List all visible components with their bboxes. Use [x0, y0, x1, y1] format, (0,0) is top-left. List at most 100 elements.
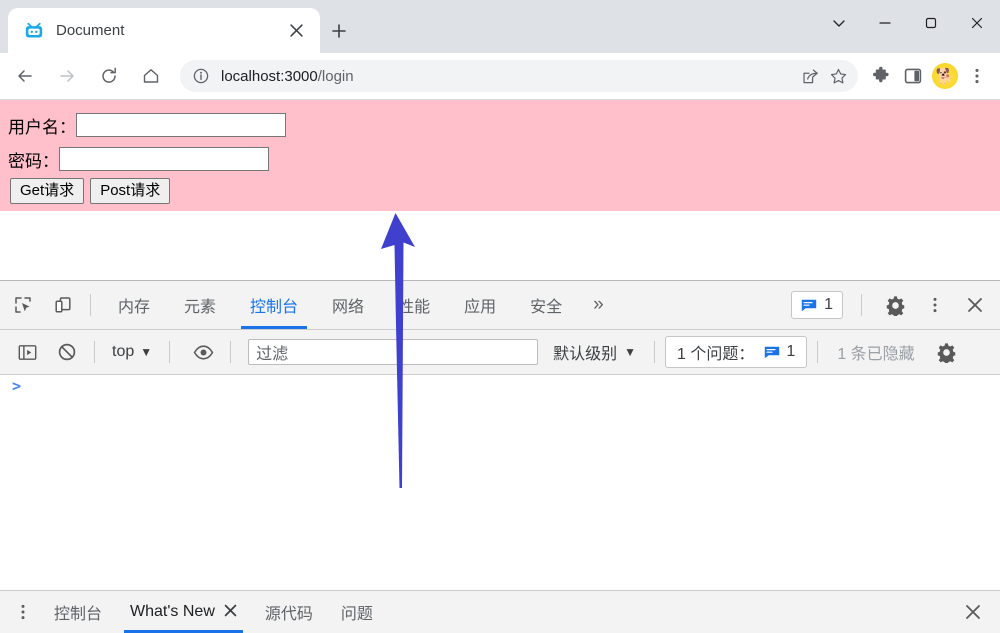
divider: [654, 341, 656, 363]
tab-network[interactable]: 网络: [315, 281, 381, 329]
corgi-avatar-glyph: 🐕: [932, 63, 958, 89]
tab-close-icon[interactable]: [282, 17, 310, 45]
console-level-selector[interactable]: 默认级别 ▼: [545, 337, 644, 367]
side-panel-icon[interactable]: [898, 61, 928, 91]
password-row: 密码：: [0, 142, 1000, 176]
devtools-close-icon[interactable]: [958, 288, 992, 322]
drawer-tab-label: 问题: [340, 606, 373, 623]
tab-search-button[interactable]: [816, 3, 862, 43]
browser-tab[interactable]: Document: [8, 8, 320, 53]
address-bar[interactable]: localhost:3000/login: [180, 60, 858, 92]
message-icon: [765, 346, 780, 358]
maximize-button[interactable]: [908, 3, 954, 43]
tab-title: Document: [56, 22, 125, 39]
drawer-tab-label: 源代码: [264, 606, 313, 623]
devtools-drawer-tab-bar: 控制台 What's New 源代码 问题: [0, 590, 1000, 633]
divider: [861, 294, 862, 316]
drawer-more-menu-icon[interactable]: [6, 595, 40, 629]
profile-avatar[interactable]: 🐕: [930, 61, 960, 91]
back-button[interactable]: [8, 59, 42, 93]
console-context-selector[interactable]: top ▼: [105, 340, 159, 364]
url-path: /login: [317, 67, 354, 85]
console-output-area[interactable]: >: [0, 375, 1000, 590]
drawer-tab-whats-new[interactable]: What's New: [116, 591, 251, 633]
get-request-button[interactable]: Get请求: [10, 178, 85, 204]
site-info-icon[interactable]: [192, 67, 210, 85]
console-sidebar-icon[interactable]: [10, 335, 44, 369]
browser-window: Document localhost:3000/login 🐕 用户名： 密码：…: [0, 0, 1000, 633]
title-bar: Document: [0, 0, 1000, 53]
password-label: 密码：: [8, 151, 59, 171]
browser-toolbar: localhost:3000/login 🐕: [0, 53, 1000, 100]
hidden-messages-label: 1 条已隐藏: [837, 346, 915, 363]
tab-memory[interactable]: 内存: [101, 281, 167, 329]
console-input-prompt[interactable]: >: [0, 375, 1000, 397]
username-input[interactable]: [76, 113, 286, 137]
username-row: 用户名：: [0, 108, 1000, 142]
console-prompt-chevron: >: [12, 377, 22, 395]
devtools-tab-bar: 内存 元素 控制台 网络 性能 应用 安全 » 1: [0, 281, 1000, 330]
issues-label: 1 个问题：: [677, 346, 755, 363]
divider: [94, 341, 95, 363]
divider: [169, 341, 171, 363]
browser-menu-icon[interactable]: [962, 61, 992, 91]
tab-performance[interactable]: 性能: [381, 281, 447, 329]
issues-count-group: 1: [764, 343, 795, 361]
device-toolbar-icon[interactable]: [46, 288, 80, 322]
drawer-tab-close-icon[interactable]: [224, 604, 237, 621]
inspect-element-icon[interactable]: [6, 288, 40, 322]
share-icon[interactable]: [796, 62, 824, 90]
username-label: 用户名：: [8, 117, 76, 137]
message-count-badge[interactable]: 1: [791, 291, 843, 319]
drawer-tab-sources[interactable]: 源代码: [251, 591, 327, 633]
drawer-tab-issues[interactable]: 问题: [327, 591, 387, 633]
post-request-button[interactable]: Post请求: [90, 178, 171, 204]
forward-button[interactable]: [50, 59, 84, 93]
url-text: localhost:3000/login: [221, 68, 796, 85]
reload-button[interactable]: [92, 59, 126, 93]
drawer-close-icon[interactable]: [956, 595, 990, 629]
chevron-down-icon: ▼: [624, 345, 637, 359]
message-icon: [801, 299, 817, 311]
divider: [90, 294, 91, 316]
tv-robot-icon: [23, 20, 45, 42]
minimize-button[interactable]: [862, 3, 908, 43]
devtools-more-menu-icon[interactable]: [918, 288, 952, 322]
page-viewport: 用户名： 密码： Get请求 Post请求: [0, 100, 1000, 280]
devtools-panel: 内存 元素 控制台 网络 性能 应用 安全 » 1 top ▼ 过滤 默认级别 …: [0, 280, 1000, 633]
form-buttons: Get请求 Post请求: [0, 176, 1000, 209]
console-level-value: 默认级别: [553, 346, 618, 363]
drawer-tab-console[interactable]: 控制台: [40, 591, 116, 633]
window-controls: [816, 0, 1000, 45]
console-settings-gear-icon[interactable]: [930, 335, 964, 369]
issues-button[interactable]: 1 个问题： 1: [665, 336, 808, 368]
clear-console-icon[interactable]: [50, 335, 84, 369]
live-expression-eye-icon[interactable]: [186, 335, 220, 369]
login-form: 用户名： 密码： Get请求 Post请求: [0, 100, 1000, 211]
new-tab-button[interactable]: [324, 16, 354, 46]
issues-count: 1: [786, 343, 796, 360]
devtools-settings-gear-icon[interactable]: [878, 288, 912, 322]
tab-console[interactable]: 控制台: [233, 281, 315, 329]
url-host: localhost:3000: [221, 67, 318, 85]
divider: [230, 341, 232, 363]
extensions-puzzle-icon[interactable]: [866, 61, 896, 91]
console-context-value: top: [112, 343, 135, 360]
divider: [817, 341, 819, 363]
chevron-down-icon: ▼: [140, 345, 153, 359]
tab-application[interactable]: 应用: [447, 281, 513, 329]
home-button[interactable]: [134, 59, 168, 93]
password-input[interactable]: [59, 147, 269, 171]
bookmark-star-icon[interactable]: [824, 62, 852, 90]
tab-security[interactable]: 安全: [513, 281, 579, 329]
console-filter-input[interactable]: 过滤: [248, 339, 539, 365]
window-close-button[interactable]: [954, 3, 1000, 43]
console-toolbar: top ▼ 过滤 默认级别 ▼ 1 个问题： 1 1 条已隐藏: [0, 330, 1000, 375]
devtools-tabs: 内存 元素 控制台 网络 性能 应用 安全: [101, 281, 579, 329]
message-count: 1: [824, 296, 833, 313]
drawer-tab-label: What's New: [130, 603, 215, 620]
console-filter-placeholder: 过滤: [256, 346, 289, 363]
drawer-tab-label: 控制台: [54, 606, 103, 623]
tab-elements[interactable]: 元素: [167, 281, 233, 329]
tabs-overflow-button[interactable]: »: [579, 294, 618, 316]
